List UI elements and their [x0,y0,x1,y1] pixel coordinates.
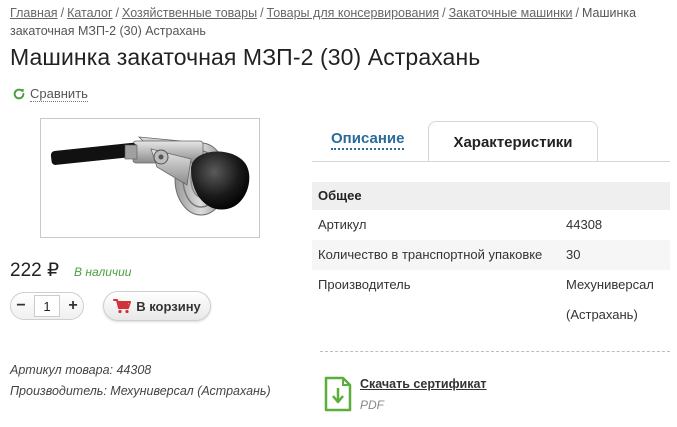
breadcrumb-separator: / [575,6,579,20]
add-to-cart-button[interactable]: В корзину [103,291,211,321]
quantity-increment-button[interactable]: + [63,297,83,315]
tab-characteristics[interactable]: Характеристики [428,121,598,162]
page-title: Машинка закаточная МЗП-2 (30) Астрахань [10,44,481,70]
breadcrumb-link-seamers[interactable]: Закаточные машинки [449,6,573,20]
meta-manufacturer: Производитель: Мехуниверсал (Астрахань) [10,384,271,398]
breadcrumb-separator: / [60,6,65,20]
certificate-download[interactable]: Скачать сертификат PDF [324,376,487,412]
table-row: Производитель Мехуниверсал (Астрахань) [312,270,670,332]
certificate-link[interactable]: Скачать сертификат [360,376,487,392]
table-row: Количество в транспортной упаковке 30 [312,240,670,270]
breadcrumb-link-canning[interactable]: Товары для консервирования [267,6,440,20]
certificate-text: Скачать сертификат PDF [360,376,487,412]
product-image[interactable] [40,118,260,238]
add-to-cart-label: В корзину [136,298,201,314]
compare-label[interactable]: Сравнить [30,86,88,102]
divider [320,351,670,352]
seamer-machine-image [50,136,250,216]
spec-value: Мехуниверсал (Астрахань) [566,277,654,322]
table-row: Артикул 44308 [312,210,670,240]
breadcrumb-separator: / [442,6,446,20]
quantity-input[interactable] [34,295,60,317]
specs-group-title: Общее [312,182,670,210]
spec-key: Артикул [318,217,367,232]
tabs-divider [312,161,670,162]
breadcrumb-separator: / [115,6,119,20]
quantity-decrement-button[interactable]: − [11,297,31,315]
certificate-format: PDF [360,398,384,412]
compare-link[interactable]: Сравнить [12,86,88,102]
breadcrumb: Главная / Каталог / Хозяйственные товары / Тов… [10,4,675,40]
quantity-stepper: − + [10,292,84,320]
download-document-icon [324,376,352,412]
spec-value: 30 [566,247,581,262]
spec-key: Производитель [318,277,411,292]
breadcrumb-link-catalog[interactable]: Каталог [67,6,112,20]
spec-key: Количество в транспортной упаковке [318,247,543,262]
availability-status: В наличии [74,265,132,279]
specs-table: Общее Артикул 44308 Количество в транспо… [312,182,670,332]
tab-description[interactable]: Описание [331,130,405,150]
refresh-icon [13,88,25,100]
breadcrumb-separator: / [260,6,264,20]
cart-icon [113,299,132,314]
product-price: 222 ₽ [10,260,60,281]
breadcrumb-link-home[interactable]: Главная [10,6,58,20]
meta-article: Артикул товара: 44308 [10,363,152,377]
product-tabs: Описание Характеристики [312,121,670,162]
breadcrumb-link-household[interactable]: Хозяйственные товары [122,6,257,20]
spec-value: 44308 [566,217,603,232]
product-meta: Артикул товара: 44308 Производитель: Мех… [10,360,271,402]
